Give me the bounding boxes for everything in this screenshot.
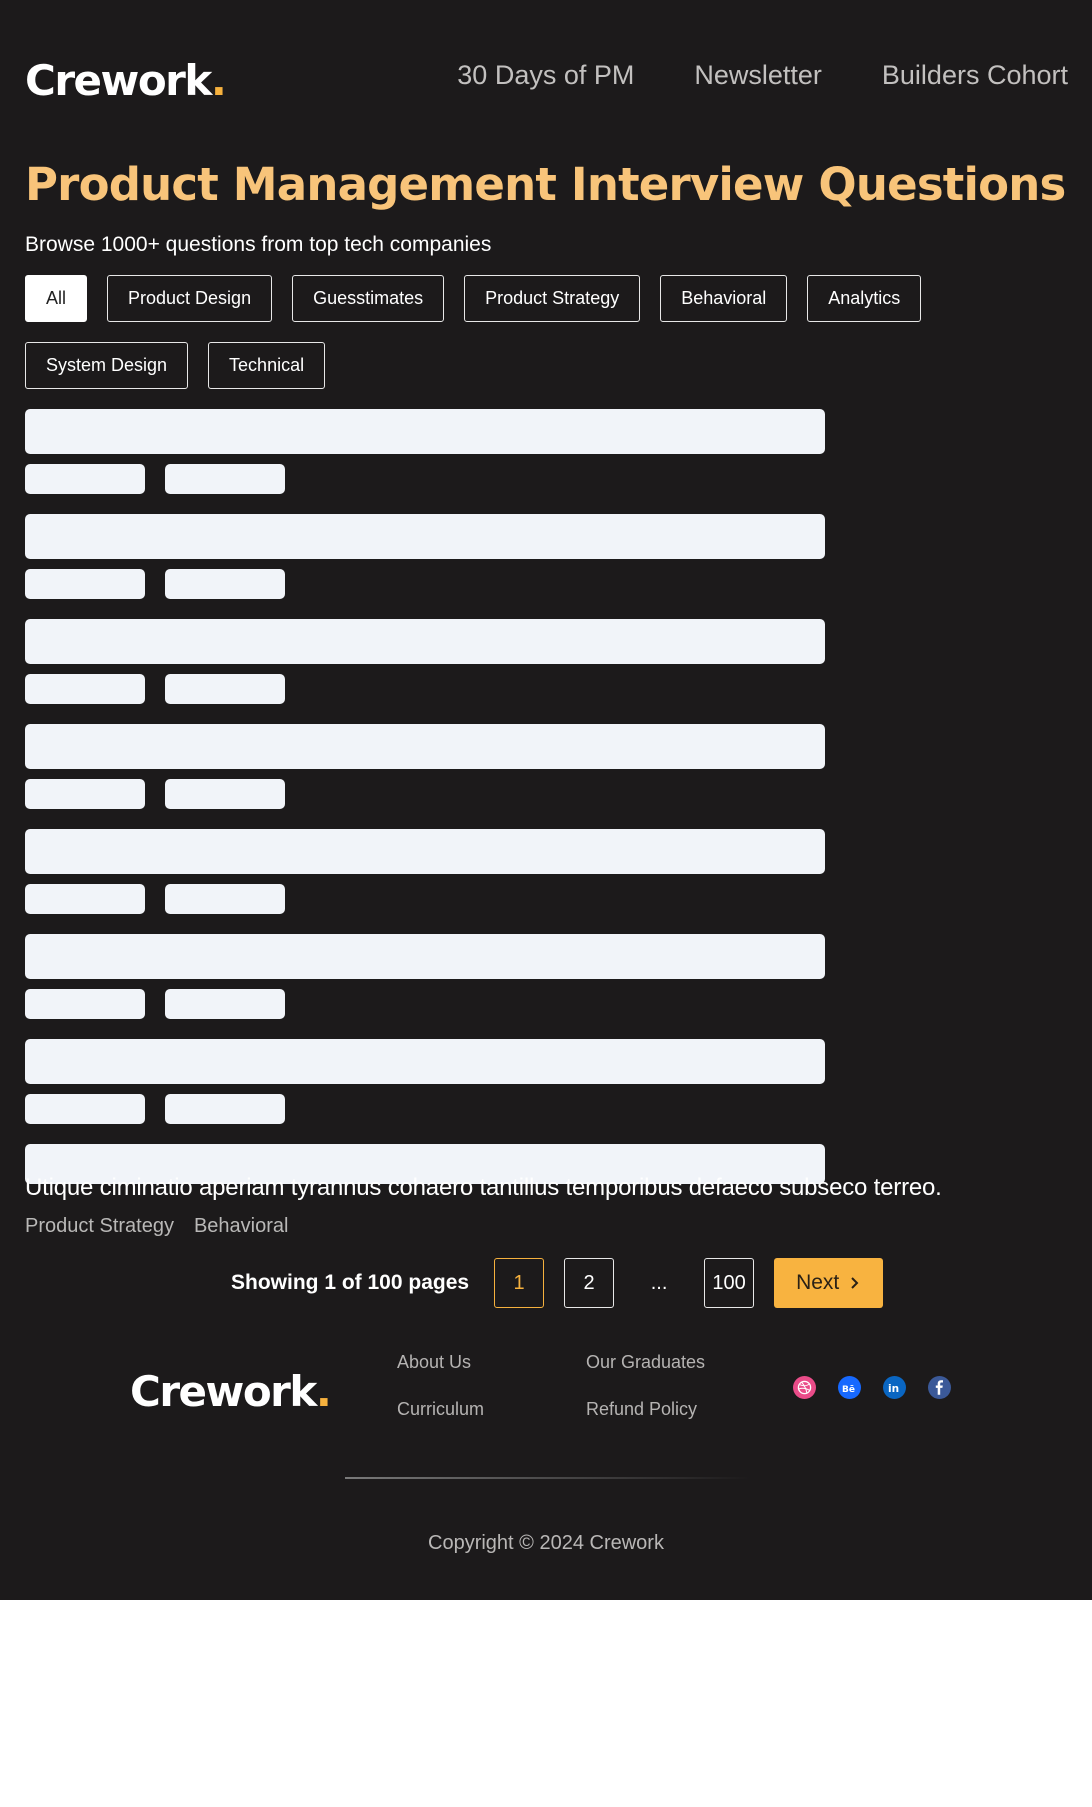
question-tag: Behavioral [193, 1215, 289, 1237]
question-tag: Product Strategy [25, 1215, 174, 1237]
logo-text: Crework [25, 56, 212, 105]
svg-text:Bē: Bē [842, 1385, 855, 1393]
dribbble-icon[interactable] [793, 1376, 816, 1399]
nav-link-30-days-of-pm[interactable]: 30 Days of PM [457, 60, 634, 91]
skeleton-tag [25, 1094, 145, 1124]
skeleton-tag [165, 569, 285, 599]
skeleton-item [25, 514, 825, 619]
footer-link-refund-policy[interactable]: Refund Policy [586, 1399, 766, 1420]
skeleton-tag [25, 674, 145, 704]
skeleton-title-bar [25, 934, 825, 979]
skeleton-tag [165, 884, 285, 914]
next-page-button[interactable]: Next [774, 1258, 884, 1308]
svg-text:in: in [888, 1383, 899, 1393]
top-nav: 30 Days of PM Newsletter Builders Cohort [457, 60, 1068, 91]
chevron-right-icon [851, 1277, 859, 1289]
skeleton-title-bar [25, 409, 825, 454]
page-button-last[interactable]: 100 [704, 1258, 755, 1308]
skeleton-tag [165, 989, 285, 1019]
footer-logo-dot: . [315, 1367, 332, 1416]
question-link[interactable]: Utique ciminatio aperiam tyrannus cohaer… [25, 1174, 942, 1202]
pagination: Showing 1 of 100 pages 1 2 ... 100 Next [231, 1258, 884, 1308]
filter-chip-behavioral[interactable]: Behavioral [660, 275, 788, 322]
skeleton-title-bar [25, 619, 825, 664]
filter-chip-all[interactable]: All [25, 275, 88, 322]
skeleton-item [25, 619, 825, 724]
footer-link-about-us[interactable]: About Us [397, 1352, 586, 1373]
footer-divider [345, 1477, 750, 1479]
pagination-ellipsis: ... [650, 1271, 668, 1294]
skeleton-item [25, 829, 825, 934]
footer-link-our-graduates[interactable]: Our Graduates [586, 1352, 766, 1373]
filter-chip-guesstimates[interactable]: Guesstimates [292, 275, 445, 322]
footer-crework-logo[interactable]: Crework. [130, 1367, 332, 1416]
filter-chip-technical[interactable]: Technical [208, 342, 326, 389]
skeleton-title-bar [25, 724, 825, 769]
page-title: Product Management Interview Questions [25, 158, 1066, 211]
skeleton-title-bar [25, 829, 825, 874]
copyright-text: Copyright © 2024 Crework [428, 1532, 664, 1554]
next-button-label: Next [796, 1271, 840, 1294]
behance-icon[interactable]: Bē [838, 1376, 861, 1399]
linkedin-icon[interactable]: in [883, 1376, 906, 1399]
footer-link-curriculum[interactable]: Curriculum [397, 1399, 586, 1420]
skeleton-tag [165, 1094, 285, 1124]
page-button-1[interactable]: 1 [494, 1258, 545, 1308]
filter-chip-product-strategy[interactable]: Product Strategy [464, 275, 641, 322]
facebook-icon[interactable] [928, 1376, 951, 1399]
filter-chip-analytics[interactable]: Analytics [807, 275, 922, 322]
category-filters: All Product Design Guesstimates Product … [25, 275, 1025, 389]
skeleton-item [25, 934, 825, 1039]
skeleton-tag [165, 464, 285, 494]
skeleton-title-bar [25, 1039, 825, 1084]
page-subtitle: Browse 1000+ questions from top tech com… [25, 233, 492, 256]
footer-links: About Us Our Graduates Curriculum Refund… [397, 1352, 766, 1420]
page-button-2[interactable]: 2 [564, 1258, 615, 1308]
skeleton-tag [165, 779, 285, 809]
question-list-skeleton [25, 409, 825, 1144]
skeleton-title-bar [25, 514, 825, 559]
skeleton-tag [25, 779, 145, 809]
nav-link-newsletter[interactable]: Newsletter [694, 60, 822, 91]
skeleton-item [25, 1039, 825, 1144]
question-tags: Product Strategy Behavioral [25, 1215, 288, 1238]
social-links: Bē in [793, 1376, 951, 1399]
skeleton-tag [25, 569, 145, 599]
logo-dot: . [210, 56, 227, 105]
skeleton-tag [25, 464, 145, 494]
pagination-info: Showing 1 of 100 pages [231, 1271, 470, 1294]
nav-link-builders-cohort[interactable]: Builders Cohort [882, 60, 1068, 91]
filter-chip-product-design[interactable]: Product Design [107, 275, 273, 322]
skeleton-tag [25, 884, 145, 914]
skeleton-tag [165, 674, 285, 704]
page: Crework. 30 Days of PM Newsletter Builde… [0, 0, 1092, 1600]
footer-logo-text: Crework [130, 1367, 317, 1416]
skeleton-item [25, 409, 825, 514]
crework-logo[interactable]: Crework. [25, 56, 227, 105]
filter-chip-system-design[interactable]: System Design [25, 342, 189, 389]
skeleton-tag [25, 989, 145, 1019]
skeleton-item [25, 724, 825, 829]
